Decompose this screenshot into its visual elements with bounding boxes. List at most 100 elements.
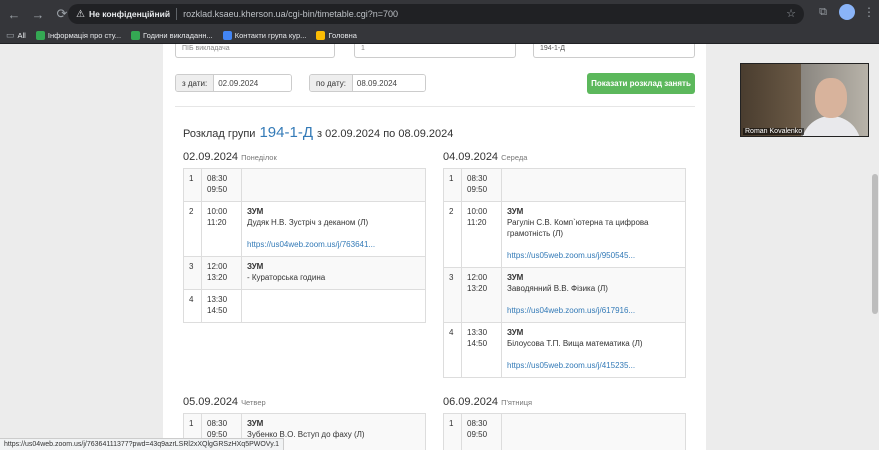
lesson-time: 08:30 09:50: [461, 413, 502, 450]
address-bar[interactable]: ⚠ Не конфіденційний rozklad.ksaeu.kherso…: [68, 4, 804, 24]
day-of-week: П'ятниця: [501, 398, 533, 407]
day-schedule-table: 1 08:30 09:50 2 10:00 11:20 ЗУМ Рагулін С.…: [443, 168, 686, 378]
table-row: 3 12:00 13:20 ЗУМ Заводянний В.В. Фізика …: [443, 267, 686, 323]
lesson-time: 10:00 11:20: [461, 201, 502, 268]
lesson-title: ЗУМ: [247, 262, 264, 271]
bookmark-star-icon[interactable]: ☆: [786, 7, 796, 20]
lesson-start: 08:30: [467, 174, 488, 183]
middle-select[interactable]: 1: [354, 44, 516, 58]
lesson-title: ЗУМ: [247, 419, 264, 428]
lesson-end: 09:50: [207, 185, 228, 194]
day-date: 05.09.2024: [183, 396, 239, 408]
lesson-number: 1: [183, 168, 202, 202]
show-schedule-button[interactable]: Показати розклад занять: [587, 73, 695, 94]
day-of-week: Понеділок: [241, 153, 277, 162]
lesson-title: ЗУМ: [247, 207, 264, 216]
heading-prefix: Розклад групи: [183, 128, 256, 140]
from-date-input[interactable]: 02.09.2024: [214, 75, 291, 91]
lesson-end: 13:20: [207, 273, 228, 282]
profile-avatar[interactable]: [839, 4, 855, 20]
lesson-end: 13:20: [467, 284, 488, 293]
lesson-details: [501, 413, 686, 450]
day-of-week: Четвер: [241, 398, 266, 407]
bookmark-favicon-icon: [222, 31, 232, 40]
lesson-end: 14:50: [207, 306, 228, 315]
lesson-end: 11:20: [467, 218, 487, 227]
zoom-link[interactable]: https://us04web.zoom.us/j/617916...: [507, 305, 680, 316]
warning-icon[interactable]: ⚠: [76, 9, 85, 20]
bookmark-home[interactable]: Головна: [316, 31, 357, 40]
lesson-time: 12:00 13:20: [201, 256, 242, 290]
lesson-start: 12:00: [467, 273, 488, 282]
lesson-description: Заводянний В.В. Фізика (Л): [507, 284, 608, 293]
bookmark-favicon-icon: [35, 31, 45, 40]
lesson-time: 12:00 13:20: [461, 267, 502, 323]
bookmark-label: Контакти група кур...: [234, 31, 307, 40]
to-date-input[interactable]: 08.09.2024: [352, 75, 425, 91]
scroll-thumb[interactable]: [872, 174, 878, 314]
lesson-details: ЗУМ Заводянний В.В. Фізика (Л) https://u…: [501, 267, 686, 323]
bookmark-label: All: [17, 31, 26, 40]
back-icon[interactable]: ←: [4, 4, 24, 24]
bookmark-contacts[interactable]: Контакти група кур...: [222, 31, 307, 40]
video-participant-tile[interactable]: Roman Kovalenko: [740, 63, 869, 137]
lesson-number: 2: [443, 201, 462, 268]
lesson-details: [241, 168, 426, 202]
lesson-start: 10:00: [467, 207, 488, 216]
page-viewport: ПІБ викладача 1 194-1-Д з дати: 02.09.20…: [0, 44, 879, 450]
bookmark-favicon-icon: [131, 31, 141, 40]
group-select[interactable]: 194-1-Д: [533, 44, 695, 58]
security-label[interactable]: Не конфіденційний: [89, 9, 170, 19]
bookmarks-bar: ▭ All Інформація про сту... Години викла…: [0, 28, 879, 44]
table-row: 1 08:30 09:50: [443, 168, 686, 202]
lesson-start: 10:00: [207, 207, 228, 216]
lesson-end: 09:50: [467, 185, 488, 194]
teacher-select[interactable]: ПІБ викладача: [175, 44, 335, 58]
day-title: 04.09.2024 Середа: [443, 151, 527, 163]
to-date-label: по дату:: [310, 75, 353, 91]
bookmark-all[interactable]: ▭ All: [6, 30, 26, 41]
from-date-group: з дати: 02.09.2024: [175, 74, 292, 92]
page-scrollbar[interactable]: [871, 44, 879, 450]
lesson-start: 08:30: [467, 419, 488, 428]
bookmark-student-info[interactable]: Інформація про сту...: [35, 31, 121, 40]
day-title: 06.09.2024 П'ятниця: [443, 396, 532, 408]
lesson-description: Білоусова Т.П. Вища математика (Л): [507, 339, 643, 348]
bookmark-teaching-hours[interactable]: Години викладанн...: [131, 31, 213, 40]
lesson-start: 12:00: [207, 262, 228, 271]
lesson-details: ЗУМ Білоусова Т.П. Вища математика (Л) h…: [501, 322, 686, 378]
lesson-number: 3: [183, 256, 202, 290]
lesson-time: 13:30 14:50: [461, 322, 502, 378]
zoom-link[interactable]: https://us05web.zoom.us/j/950545...: [507, 250, 680, 261]
lesson-start: 13:30: [467, 328, 488, 337]
url-text[interactable]: rozklad.ksaeu.kherson.ua/cgi-bin/timetab…: [183, 9, 398, 19]
schedule-heading: Розклад групи 194-1-Д з 02.09.2024 по 08…: [183, 124, 453, 141]
table-row: 2 10:00 11:20 ЗУМ Дудяк Н.В. Зустріч з де…: [183, 201, 426, 257]
lesson-details: ЗУМ Дудяк Н.В. Зустріч з деканом (Л) htt…: [241, 201, 426, 257]
menu-icon[interactable]: ⋮: [863, 5, 875, 19]
zoom-link[interactable]: https://us05web.zoom.us/j/415235...: [507, 360, 680, 371]
lesson-end: 09:50: [467, 430, 488, 439]
lesson-end: 11:20: [207, 218, 227, 227]
from-date-label: з дати:: [176, 75, 215, 91]
table-row: 2 10:00 11:20 ЗУМ Рагулін С.В. Комп`ютерн…: [443, 201, 686, 268]
day-date: 04.09.2024: [443, 151, 499, 163]
lesson-start: 13:30: [207, 295, 228, 304]
lesson-end: 14:50: [467, 339, 488, 348]
zoom-link[interactable]: https://us04web.zoom.us/j/763641...: [247, 239, 420, 250]
divider: [175, 106, 695, 107]
table-row: 1 08:30 09:50: [443, 413, 686, 450]
forward-icon[interactable]: →: [28, 4, 48, 24]
url-divider: [176, 8, 178, 20]
table-row: 3 12:00 13:20 ЗУМ - Кураторська година: [183, 256, 426, 290]
lesson-details: [501, 168, 686, 202]
bookmark-label: Години викладанн...: [143, 31, 213, 40]
lesson-title: ЗУМ: [507, 328, 524, 337]
lesson-number: 4: [443, 322, 462, 378]
video-background: [741, 64, 801, 136]
day-date: 06.09.2024: [443, 396, 499, 408]
extensions-icon[interactable]: ⧉: [815, 6, 831, 19]
lesson-title: ЗУМ: [507, 207, 524, 216]
lesson-start: 08:30: [207, 174, 228, 183]
lesson-description: Дудяк Н.В. Зустріч з деканом (Л): [247, 218, 369, 227]
